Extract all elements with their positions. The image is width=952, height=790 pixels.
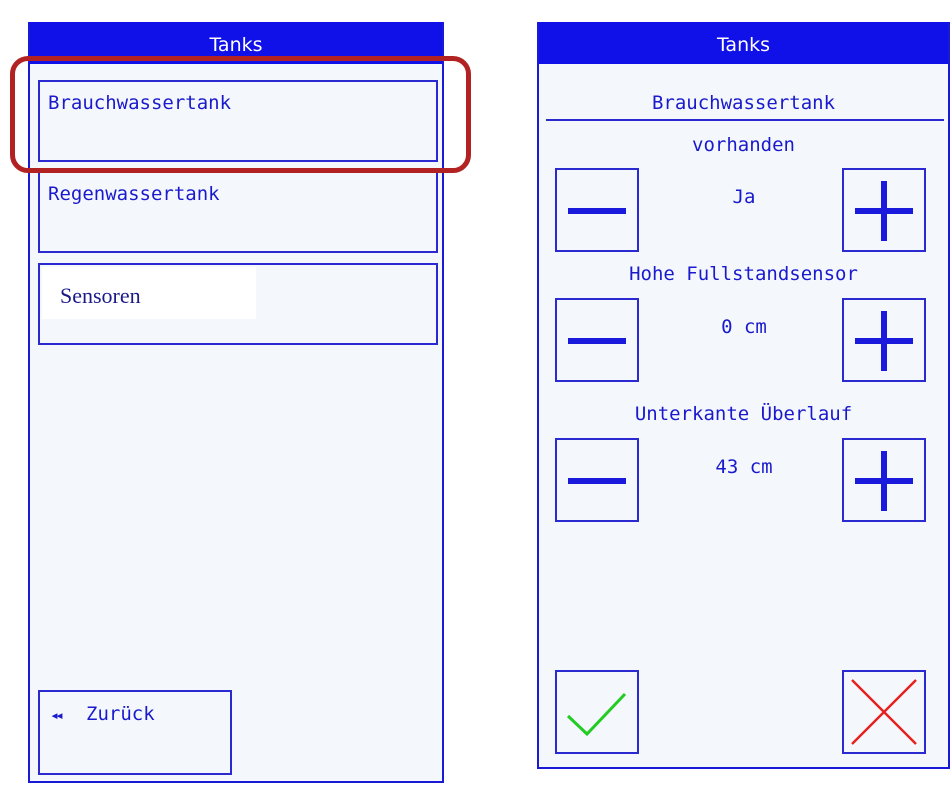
param-value-vorhanden: Ja — [732, 186, 756, 208]
menu-item-regenwassertank[interactable]: Regenwassertank — [38, 171, 438, 253]
header-bar: Tanks — [539, 22, 948, 64]
param-label-vorhanden: vorhanden — [692, 134, 795, 156]
menu-item-label: Brauchwassertank — [48, 92, 232, 114]
increase-button[interactable] — [842, 298, 926, 382]
back-arrow-icon: ◂◂ — [50, 706, 64, 724]
tank-name-title: Brauchwassertank — [651, 92, 836, 114]
cross-icon — [851, 679, 917, 745]
header-title: Tanks — [716, 34, 771, 56]
increase-button[interactable] — [842, 168, 926, 252]
decrease-button[interactable] — [555, 168, 639, 252]
decrease-button[interactable] — [555, 298, 639, 382]
increase-button[interactable] — [842, 438, 926, 522]
menu-item-label: Regenwassertank — [48, 183, 220, 205]
header-title: Tanks — [209, 34, 263, 56]
menu-item-label: Sensoren — [60, 283, 141, 308]
param-value-fullstandsensor: 0 cm — [721, 316, 767, 338]
cancel-button[interactable] — [842, 670, 926, 754]
menu-item-brauchwassertank[interactable]: Brauchwassertank — [38, 80, 438, 162]
param-label-fullstandsensor: Hohe Fullstandsensor — [629, 263, 858, 285]
menu-item-sensoren[interactable]: Sensoren — [38, 263, 438, 345]
tank-settings-panel: Tanks Brauchwassertank vorhanden Ja Hohe… — [537, 22, 950, 769]
title-divider — [546, 119, 944, 121]
confirm-button[interactable] — [555, 670, 639, 754]
checkmark-icon — [566, 692, 627, 737]
decrease-button[interactable] — [555, 438, 639, 522]
param-value-unterkante: 43 cm — [715, 456, 773, 478]
param-label-unterkante: Unterkante Überlauf — [634, 403, 853, 425]
header-bar: Tanks — [30, 22, 442, 64]
minus-icon — [568, 208, 626, 214]
back-button-label: Zurück — [86, 703, 155, 725]
minus-icon — [568, 338, 626, 344]
back-button[interactable]: ◂◂ Zurück — [38, 690, 232, 775]
minus-icon — [568, 478, 626, 484]
tanks-menu-panel: Tanks Brauchwassertank Regenwassertank S… — [28, 22, 444, 783]
